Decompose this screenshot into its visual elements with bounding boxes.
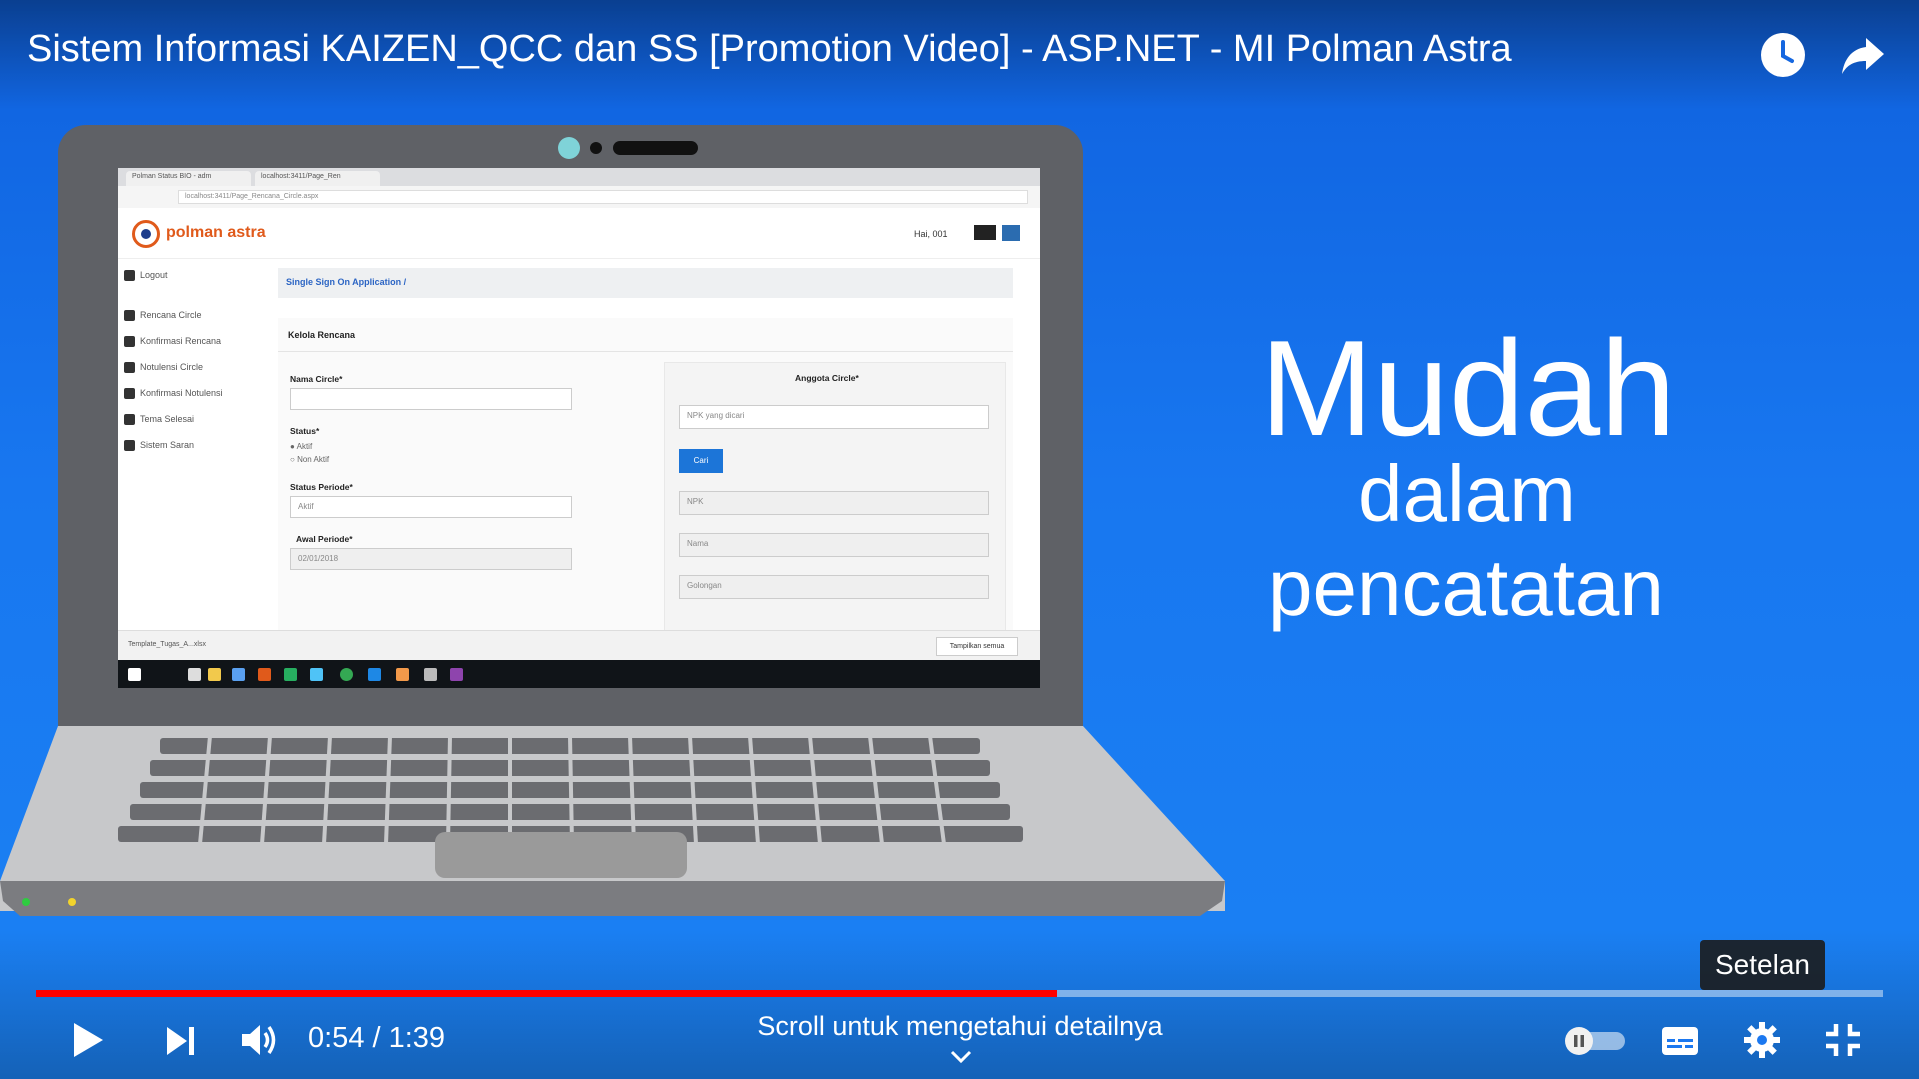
taskbar-app-icon bbox=[396, 668, 409, 681]
overlay-text-mudah: Mudah bbox=[1260, 312, 1676, 464]
chrome-icon bbox=[340, 668, 353, 681]
breadcrumb: Single Sign On Application / bbox=[278, 268, 1013, 298]
browser-tab: Polman Status BIO - adm bbox=[126, 171, 251, 186]
awal-periode-label: Awal Periode* bbox=[296, 534, 353, 544]
sidebar-item-rencana: Rencana Circle bbox=[124, 310, 202, 322]
users-icon bbox=[124, 310, 135, 322]
kelola-rencana-panel: Kelola Rencana Nama Circle* Status* ● Ak… bbox=[278, 318, 1013, 658]
sidebar-item-konfirmasi-notulensi: Konfirmasi Notulensi bbox=[124, 388, 223, 400]
lock-icon bbox=[124, 414, 135, 426]
taskbar-app-icon bbox=[188, 668, 201, 681]
laptop-screen-recording: Polman Status BIO - adm localhost:3411/P… bbox=[118, 168, 1040, 688]
nama-circle-label: Nama Circle* bbox=[290, 374, 343, 384]
user-greeting: Hai, 001 bbox=[914, 229, 948, 239]
webcam-lens bbox=[590, 142, 602, 154]
volume-icon[interactable] bbox=[240, 1022, 280, 1058]
overlay-text-pencatatan: pencatatan bbox=[1268, 543, 1664, 632]
webcam-bar bbox=[613, 141, 698, 155]
nama-field: Nama bbox=[679, 533, 989, 557]
edge-icon bbox=[368, 668, 381, 681]
gear-icon[interactable] bbox=[1742, 1020, 1782, 1060]
scroll-hint[interactable]: Scroll untuk mengetahui detailnya bbox=[700, 1011, 1220, 1042]
cari-button: Cari bbox=[679, 449, 723, 473]
sidebar-item-tema-selesai: Tema Selesai bbox=[124, 414, 194, 426]
browser-address-bar: localhost:3411/Page_Rencana_Circle.aspx bbox=[118, 186, 1040, 209]
browser-tab-strip: Polman Status BIO - adm localhost:3411/P… bbox=[118, 168, 1040, 186]
checkbox-icon bbox=[124, 336, 135, 348]
app-sidebar: Logout Rencana Circle Konfirmasi Rencana… bbox=[118, 258, 268, 658]
status-radio-aktif: ● Aktif bbox=[290, 442, 313, 451]
laptop-touchpad bbox=[435, 832, 687, 878]
progress-bar[interactable] bbox=[36, 990, 1883, 997]
sidebar-item-notulensi: Notulensi Circle bbox=[124, 362, 203, 374]
status-periode-select: Aktif bbox=[290, 496, 572, 518]
visual-studio-icon bbox=[450, 668, 463, 681]
overlay-text-dalam: dalam bbox=[1358, 449, 1576, 538]
mail-icon bbox=[974, 225, 996, 240]
logout-icon bbox=[124, 270, 135, 282]
taskbar-app-icon bbox=[258, 668, 271, 681]
sidebar-item-konfirmasi-rencana: Konfirmasi Rencana bbox=[124, 336, 221, 348]
video-player[interactable]: Sistem Informasi KAIZEN_QCC dan SS [Prom… bbox=[0, 0, 1919, 1079]
calendar-icon bbox=[1002, 225, 1020, 241]
title-overlay: Sistem Informasi KAIZEN_QCC dan SS [Prom… bbox=[0, 0, 1919, 110]
show-all-downloads-button: Tampilkan semua bbox=[936, 637, 1018, 656]
sidebar-item-sistem-saran: Sistem Saran bbox=[124, 440, 194, 452]
video-title[interactable]: Sistem Informasi KAIZEN_QCC dan SS [Prom… bbox=[27, 28, 1512, 71]
gear-icon bbox=[124, 440, 135, 452]
progress-played bbox=[36, 990, 1058, 997]
taskbar-app-icon bbox=[208, 668, 221, 681]
download-bar: Template_Tugas_A...xlsx Tampilkan semua bbox=[118, 630, 1040, 661]
taskbar-app-icon bbox=[232, 668, 245, 681]
taskbar-app-icon bbox=[310, 668, 323, 681]
clock-icon[interactable] bbox=[1758, 30, 1808, 80]
windows-start-icon bbox=[128, 668, 141, 681]
status-label: Status* bbox=[290, 426, 320, 436]
status-radio-non-aktif: ○ Non Aktif bbox=[290, 455, 330, 464]
taskbar-app-icon bbox=[424, 668, 437, 681]
golongan-field: Golongan bbox=[679, 575, 989, 599]
app-logo-text: polman astra bbox=[166, 224, 266, 241]
subtitles-icon[interactable] bbox=[1660, 1024, 1700, 1058]
time-display: 0:54 / 1:39 bbox=[308, 1022, 446, 1054]
share-icon[interactable] bbox=[1838, 30, 1888, 80]
npk-search-input: NPK yang dicari bbox=[679, 405, 989, 429]
laptop-keyboard-base bbox=[0, 726, 1225, 916]
npk-field: NPK bbox=[679, 491, 989, 515]
download-file-name: Template_Tugas_A...xlsx bbox=[128, 641, 206, 648]
anggota-circle-title: Anggota Circle* bbox=[795, 373, 859, 383]
app-header: polman astra Hai, 001 bbox=[118, 208, 1040, 259]
note-icon bbox=[124, 362, 135, 374]
sidebar-item-logout: Logout bbox=[124, 270, 168, 282]
windows-taskbar bbox=[118, 660, 1040, 688]
nama-circle-input bbox=[290, 388, 572, 410]
panel-title: Kelola Rencana bbox=[278, 318, 1013, 352]
autoplay-toggle[interactable] bbox=[1563, 1025, 1629, 1057]
next-icon[interactable] bbox=[164, 1024, 198, 1058]
browser-tab: localhost:3411/Page_Ren bbox=[255, 171, 380, 186]
awal-periode-input: 02/01/2018 bbox=[290, 548, 572, 570]
polman-logo-icon bbox=[132, 220, 160, 248]
anggota-circle-panel: Anggota Circle* NPK yang dicari Cari NPK… bbox=[664, 362, 1006, 654]
status-periode-label: Status Periode* bbox=[290, 482, 353, 492]
chevron-down-icon[interactable] bbox=[948, 1048, 974, 1066]
checkbox-icon bbox=[124, 388, 135, 400]
taskbar-app-icon bbox=[284, 668, 297, 681]
exit-fullscreen-icon[interactable] bbox=[1824, 1022, 1862, 1058]
settings-tooltip: Setelan bbox=[1700, 940, 1825, 990]
play-icon[interactable] bbox=[70, 1020, 106, 1060]
browser-url: localhost:3411/Page_Rencana_Circle.aspx bbox=[178, 190, 1028, 204]
webcam-indicator bbox=[558, 137, 580, 159]
